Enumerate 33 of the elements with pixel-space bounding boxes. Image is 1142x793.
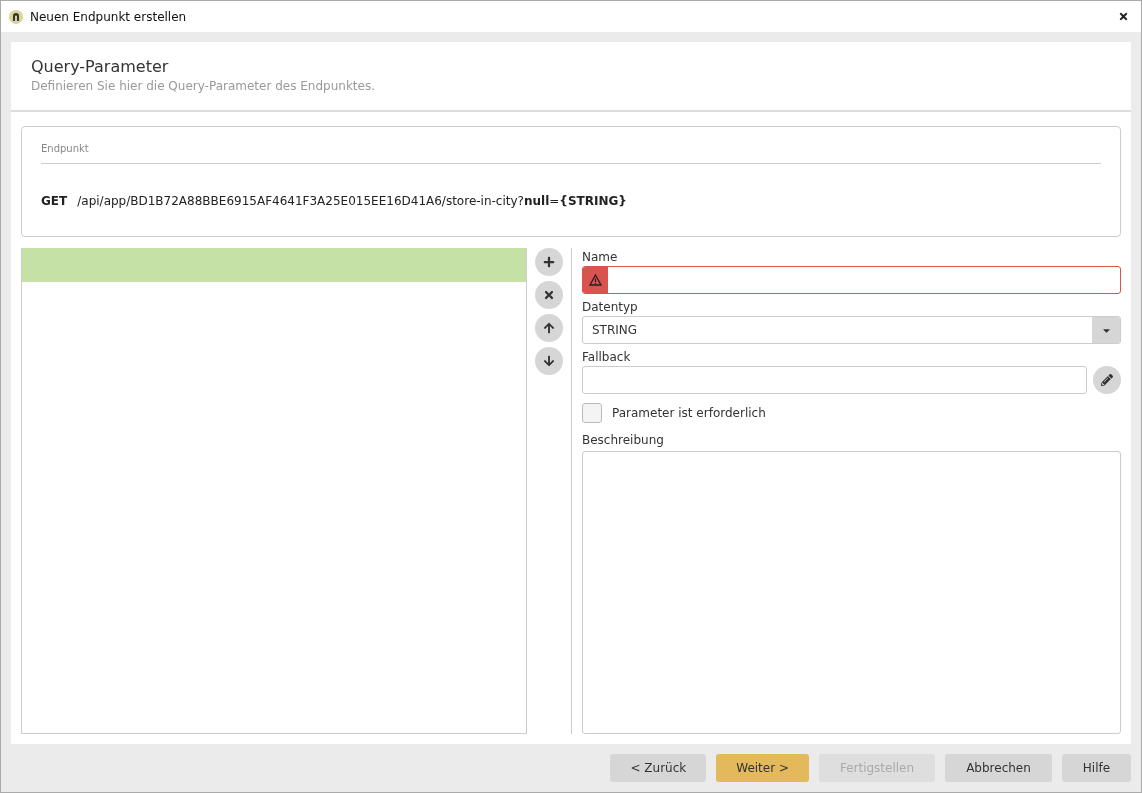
dialog-button[interactable]: < Zurück (610, 754, 707, 782)
endpoint-label: Endpunkt (41, 143, 1101, 164)
http-method: GET (41, 194, 68, 208)
name-field[interactable] (582, 266, 1121, 294)
description-label: Beschreibung (582, 433, 665, 447)
add-button[interactable] (535, 248, 563, 276)
endpoint-url: /api/app/BD1B72A88BBE6915AF4641F3A25E015EE16D41A6/store-in-city?null={STRING} (77, 194, 627, 208)
dialog-button[interactable]: Abbrechen (945, 754, 1052, 782)
page-title: Query-Parameter (31, 57, 170, 76)
add-icon (543, 256, 555, 268)
pencil-icon (1101, 374, 1113, 386)
description-field[interactable] (582, 451, 1121, 734)
name-label: Name (582, 250, 619, 264)
warning-icon (589, 274, 602, 286)
arrow-down-button[interactable] (535, 347, 563, 375)
arrow-up-button[interactable] (535, 314, 563, 342)
datatype-dropdown[interactable]: STRING (582, 316, 1121, 344)
remove-button[interactable] (535, 281, 563, 309)
window-title: Neuen Endpunkt erstellen (30, 9, 188, 24)
edit-button[interactable] (1093, 366, 1121, 394)
required-label: Parameter ist erforderlich (612, 406, 766, 420)
dialog-button[interactable]: Weiter > (716, 754, 809, 782)
page-subtitle: Definieren Sie hier die Query-Parameter des Endpunktes. (31, 79, 376, 93)
datatype-label: Datentyp (582, 300, 639, 314)
app-logo-icon (9, 9, 23, 24)
arrow-up-icon (543, 322, 555, 334)
arrow-down-icon (543, 355, 555, 367)
required-checkbox[interactable] (582, 403, 602, 423)
close-icon (1118, 11, 1129, 22)
dialog-button[interactable]: Hilfe (1062, 754, 1131, 782)
fallback-field[interactable] (582, 366, 1087, 394)
remove-icon (543, 289, 555, 301)
fallback-label: Fallback (582, 350, 632, 364)
